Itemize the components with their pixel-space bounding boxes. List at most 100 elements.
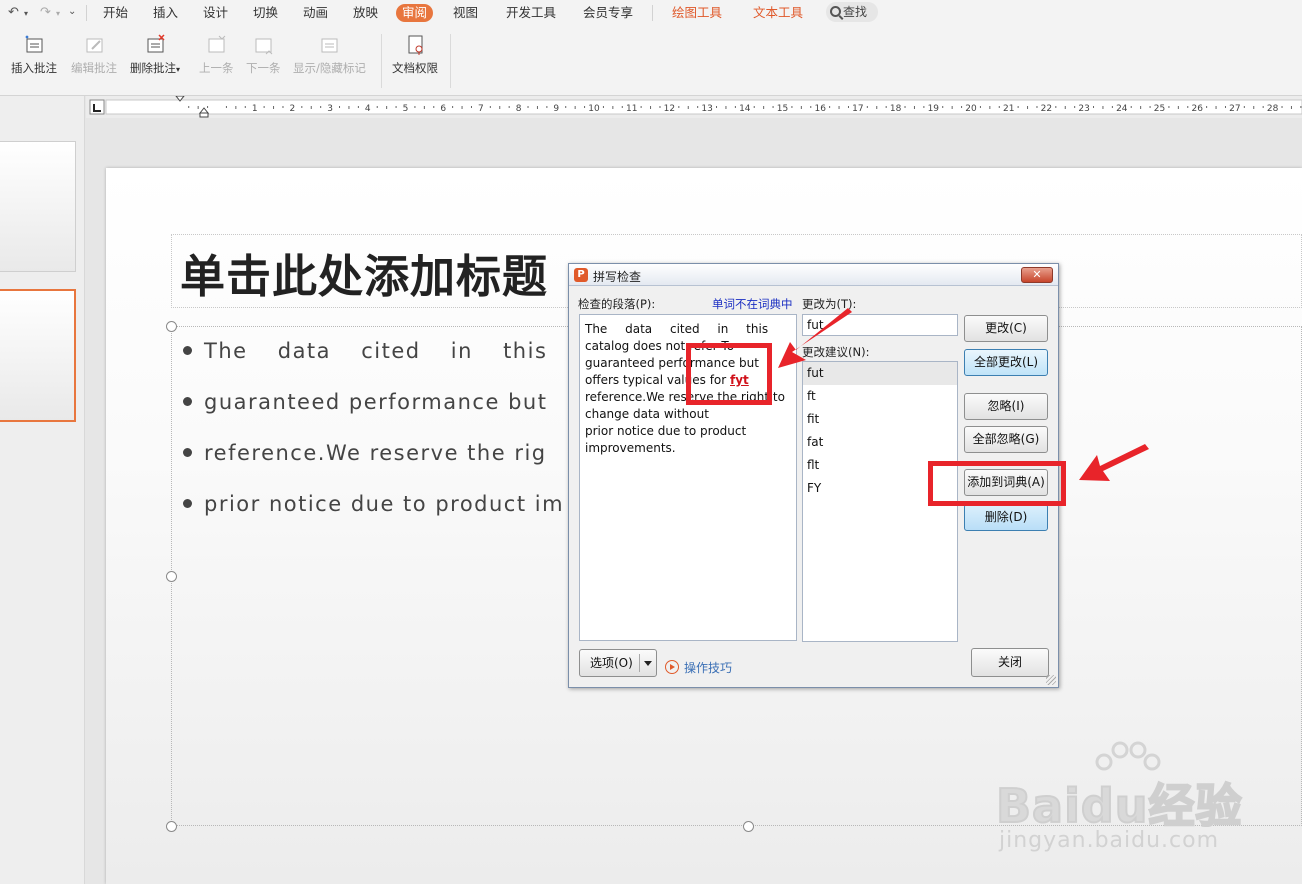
edit-comment-button[interactable]: 编辑批注 (71, 34, 117, 76)
tips-link[interactable]: 操作技巧 (665, 658, 732, 676)
svg-text:12: 12 (664, 104, 675, 114)
insert-comment-icon (25, 35, 43, 53)
previous-comment-icon (208, 35, 226, 53)
chevron-down-icon[interactable] (644, 661, 652, 666)
resize-handle[interactable] (743, 821, 754, 832)
tab-animation[interactable]: 动画 (303, 4, 328, 22)
tab-member[interactable]: 会员专享 (583, 4, 633, 22)
svg-text:8: 8 (516, 104, 522, 114)
tab-developer[interactable]: 开发工具 (506, 4, 556, 22)
svg-text:22: 22 (1041, 104, 1052, 114)
tab-review[interactable]: 审阅 (396, 4, 434, 22)
change-button[interactable]: 更改(C) (964, 315, 1048, 342)
svg-text:28: 28 (1267, 104, 1279, 114)
svg-text:19: 19 (928, 104, 940, 114)
horizontal-ruler[interactable]: 1 2 3 4 5 6 7 8 9 10 11 12 13 14 15 16 17 18 19 20 21 22 23 24 2… (86, 96, 1302, 118)
change-to-label: 更改为(T): (802, 297, 857, 311)
resize-handle[interactable] (166, 571, 177, 582)
paragraph-line: improvements. (585, 441, 676, 455)
bullet-text: guaranteed performance but (204, 390, 548, 414)
tab-slideshow[interactable]: 放映 (353, 4, 378, 22)
search-box[interactable]: 查找 (826, 2, 878, 22)
next-comment-icon (255, 38, 273, 55)
svg-text:27: 27 (1229, 104, 1240, 114)
tab-view[interactable]: 视图 (453, 4, 478, 22)
undo-dropdown-icon[interactable]: ▾ (24, 9, 28, 18)
bullet-text: prior notice due to product im (204, 492, 565, 516)
svg-text:18: 18 (890, 104, 902, 114)
bullet-item: The data cited in this (183, 339, 547, 363)
svg-text:10: 10 (588, 104, 600, 114)
svg-text:13: 13 (701, 104, 712, 114)
tab-drawing-tools[interactable]: 绘图工具 (672, 4, 722, 22)
suggestion-item[interactable]: fat (803, 431, 957, 454)
bullet-dot (183, 346, 192, 355)
svg-text:21: 21 (1003, 104, 1014, 114)
svg-text:7: 7 (478, 104, 484, 114)
delete-comment-dropdown-icon[interactable]: ▾ (176, 65, 180, 74)
next-comment-button[interactable]: 下一条 (246, 34, 281, 76)
resize-handle[interactable] (166, 321, 177, 332)
delete-comment-label: 删除批注 (130, 61, 176, 75)
edit-comment-label: 编辑批注 (71, 61, 117, 75)
options-button[interactable]: 选项(O) (579, 649, 657, 677)
show-hide-markup-label: 显示/隐藏标记 (293, 61, 366, 75)
ruler-scale: 1 2 3 4 5 6 7 8 9 10 11 12 13 14 15 16 17 18 19 20 21 22 23 24 2… (89, 96, 1302, 118)
undo-icon[interactable]: ↶ (8, 5, 19, 20)
search-label: 查找 (843, 5, 868, 19)
document-permission-button[interactable]: 文档权限 (392, 34, 438, 76)
svg-text:20: 20 (965, 104, 977, 114)
watermark-brand: Baidu经验 (995, 778, 1243, 834)
redo-dropdown-icon[interactable]: ▾ (56, 9, 60, 18)
bullet-dot (183, 448, 192, 457)
ribbon-separator (381, 34, 382, 88)
tab-insert[interactable]: 插入 (153, 4, 178, 22)
menu-separator (652, 5, 653, 21)
svg-text:2: 2 (290, 104, 296, 114)
show-hide-markup-button[interactable]: 显示/隐藏标记 (293, 34, 366, 76)
suggestion-item[interactable]: ft (803, 385, 957, 408)
suggestion-item[interactable]: fit (803, 408, 957, 431)
watermark-url: jingyan.baidu.com (999, 828, 1220, 853)
slide-title[interactable]: 单击此处添加标题 (180, 240, 548, 305)
close-button[interactable]: 关闭 (971, 648, 1049, 677)
delete-button[interactable]: 删除(D) (964, 504, 1048, 531)
bullet-dot (183, 499, 192, 508)
svg-text:16: 16 (814, 104, 826, 114)
ribbon-separator (450, 34, 451, 88)
tab-transition[interactable]: 切换 (253, 4, 278, 22)
insert-comment-label: 插入批注 (11, 61, 57, 75)
insert-comment-button[interactable]: 插入批注 (11, 34, 57, 76)
svg-text:1: 1 (252, 104, 258, 114)
paragraph-line: change data without (585, 407, 709, 421)
ignore-all-button[interactable]: 全部忽略(G) (964, 426, 1048, 453)
slide-thumbnail[interactable] (0, 141, 76, 272)
svg-text:11: 11 (626, 104, 637, 114)
resize-grip-icon[interactable] (1046, 675, 1056, 685)
suggestions-label: 更改建议(N): (802, 345, 870, 359)
tab-design[interactable]: 设计 (203, 4, 228, 22)
tab-text-tools[interactable]: 文本工具 (753, 4, 803, 22)
search-icon (830, 6, 841, 17)
next-comment-label: 下一条 (246, 61, 281, 75)
close-icon[interactable]: ✕ (1021, 267, 1053, 283)
customize-toolbar-icon[interactable]: ⌄ (68, 6, 76, 17)
slide-thumbnail-pane (0, 96, 85, 884)
previous-comment-button[interactable]: 上一条 (199, 34, 234, 76)
suggestion-item-selected[interactable]: fut (803, 362, 957, 385)
tab-home[interactable]: 开始 (103, 4, 128, 22)
ribbon-toolbar: 插入批注 编辑批注 删除批注▾ 上一条 下一条 显示/隐藏标记 文档权限 (0, 26, 1302, 96)
dialog-title-bar[interactable]: P 拼写检查 ✕ (569, 264, 1058, 286)
ignore-button[interactable]: 忽略(I) (964, 393, 1048, 420)
not-in-dictionary-label: 单词不在词典中 (712, 297, 793, 311)
svg-text:17: 17 (852, 104, 863, 114)
redo-icon[interactable]: ↷ (40, 5, 51, 20)
options-label: 选项(O) (590, 656, 633, 670)
delete-comment-button[interactable]: 删除批注▾ (130, 34, 180, 76)
change-all-button[interactable]: 全部更改(L) (964, 349, 1048, 376)
resize-handle[interactable] (166, 821, 177, 832)
svg-text:15: 15 (777, 104, 788, 114)
bullet-text: reference.We reserve the rig (204, 441, 547, 465)
change-to-input[interactable]: fut (802, 314, 958, 336)
slide-thumbnail-selected[interactable] (0, 289, 76, 422)
